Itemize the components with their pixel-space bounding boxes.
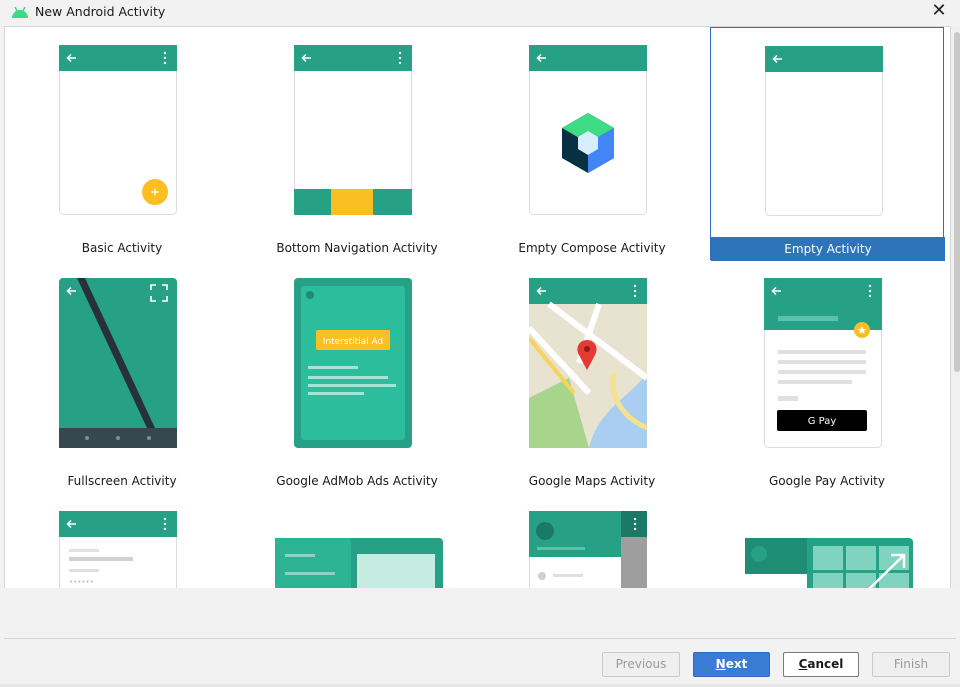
template-label: Basic Activity xyxy=(81,241,163,255)
template-empty-compose-activity[interactable]: Empty Compose Activity xyxy=(475,27,709,260)
empty-activity-preview xyxy=(765,46,883,216)
next-mnemonic: N xyxy=(715,657,726,671)
window-title: New Android Activity xyxy=(35,4,166,19)
cancel-label-rest: ancel xyxy=(807,657,844,671)
template-bottom-navigation-activity[interactable]: Bottom Navigation Activity xyxy=(240,27,474,260)
bottom-navigation-preview xyxy=(294,45,412,215)
template-navigation-drawer-activity[interactable] xyxy=(475,493,709,588)
template-fullscreen-activity[interactable]: Fullscreen Activity xyxy=(5,260,239,493)
android-icon xyxy=(12,6,28,18)
template-primary-detail-flow[interactable] xyxy=(710,493,944,588)
navigation-drawer-preview xyxy=(529,511,647,588)
description-panel xyxy=(4,588,956,639)
template-label: Empty Activity xyxy=(711,237,945,261)
primary-detail-preview xyxy=(745,538,913,588)
template-basic-activity[interactable]: Basic Activity xyxy=(5,27,239,260)
admob-preview: Interstitial Ad xyxy=(294,278,412,448)
title-bar: New Android Activity ✕ xyxy=(0,0,960,25)
empty-compose-preview xyxy=(529,45,647,215)
svg-text:••••••: •••••• xyxy=(69,578,94,586)
finish-button[interactable]: Finish xyxy=(872,652,950,677)
template-google-admob-ads-activity[interactable]: Interstitial Ad Google AdMob Ads Activit… xyxy=(240,260,474,493)
template-label: Empty Compose Activity xyxy=(518,241,666,255)
template-google-maps-activity[interactable]: Google Maps Activity xyxy=(475,260,709,493)
google-pay-button-label: G Pay xyxy=(808,416,837,427)
template-label: Google Maps Activity xyxy=(528,474,656,488)
template-label: Fullscreen Activity xyxy=(67,474,177,488)
next-label-rest: ext xyxy=(725,657,748,671)
template-label: Google AdMob Ads Activity xyxy=(276,474,438,488)
login-preview: •••••• xyxy=(59,511,177,588)
template-login-activity[interactable]: •••••• xyxy=(5,493,239,588)
maps-preview xyxy=(529,278,647,448)
google-pay-preview: G Pay xyxy=(764,278,882,448)
template-label: Google Pay Activity xyxy=(769,474,885,488)
basic-activity-preview xyxy=(59,45,177,215)
master-detail-preview xyxy=(275,538,443,588)
previous-button[interactable]: Previous xyxy=(602,652,680,677)
interstitial-ad-label: Interstitial Ad xyxy=(323,337,383,347)
next-button[interactable]: Next xyxy=(693,652,770,677)
scrollbar-thumb[interactable] xyxy=(954,32,960,372)
template-label: Bottom Navigation Activity xyxy=(276,241,438,255)
template-empty-activity[interactable]: Empty Activity xyxy=(710,27,945,261)
fullscreen-preview xyxy=(59,278,177,448)
template-gallery: Basic Activity Bottom Navigation Activit… xyxy=(4,26,951,589)
template-master-detail-activity[interactable] xyxy=(240,493,474,588)
close-icon[interactable]: ✕ xyxy=(927,0,951,24)
template-google-pay-activity[interactable]: G Pay Google Pay Activity xyxy=(710,260,944,493)
cancel-button[interactable]: Cancel xyxy=(783,652,859,677)
vertical-scrollbar[interactable] xyxy=(951,26,960,587)
